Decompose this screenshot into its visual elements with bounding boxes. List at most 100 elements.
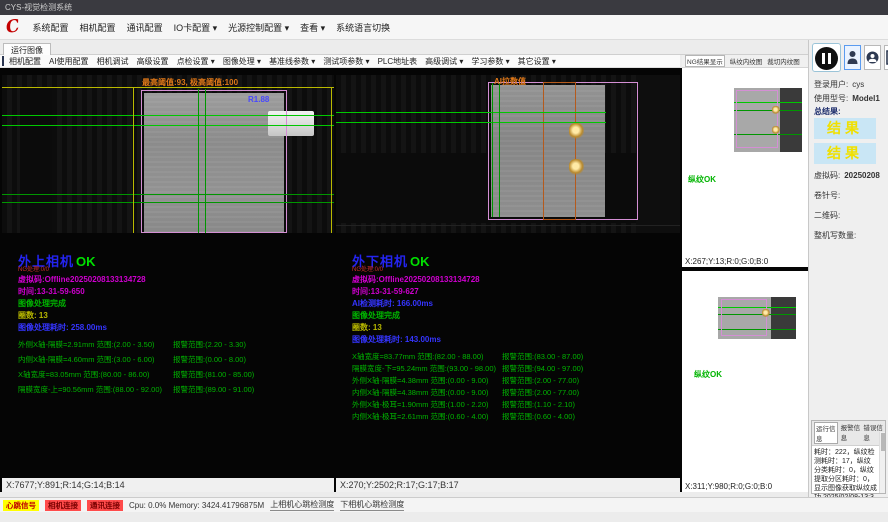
camera-image-lower[interactable]: AI拉数值 [336,75,680,233]
tool-ai-config[interactable]: AI使用配置 [49,56,89,67]
process-done-line: 图像处理完成 [352,310,676,322]
machine-edge-line [336,225,680,226]
measure-line-v2 [499,83,500,217]
qr-code-label: 二维码: [814,210,840,221]
menu-view[interactable]: 查看 ▾ [300,21,325,34]
user-circle-icon [866,51,879,64]
model-row: 使用型号:Model1 [814,93,880,104]
measurement-row: 隔膜宽度-下=95.24mm 范围:(93.00 - 98.00) 报警范围:(… [352,363,676,375]
upper-camera-heartbeat-link[interactable]: 上相机心跳检测度 [270,499,334,511]
user-login-button[interactable] [844,45,861,70]
titlebar: CYS-视觉检测系统 [0,0,888,15]
camera-link-badge: 相机连接 [45,500,81,511]
model-label: 使用型号: [814,94,848,103]
tab-highlight [772,126,780,134]
measurement-row: X轴宽度=83.05mm 范围:(80.00 - 86.00) 报警范围:(81… [18,369,330,384]
camera-image-upper[interactable]: 最高阈值:93, 极高阈值:100 R1.88 [2,75,334,233]
roi-box-pink [736,90,778,148]
alarm-range: 报警范围:(2.00 - 77.00) [502,387,579,398]
menu-camera-config[interactable]: 相机配置 [80,21,116,34]
result-box-upper: 结果 [814,118,876,139]
info-tab-run[interactable]: 运行信息 [814,422,838,444]
elapsed-line: 图像处理耗时: 143.00ms [352,334,676,346]
barcode-line: 虚拟码:Offline20250208133134728 [18,274,330,286]
pause-button[interactable] [812,43,841,72]
roi-box-orange [543,82,576,220]
info-tab-alarm[interactable]: 报警信息 [841,422,861,444]
result-text-lower: 外下相机OK NG处理:0/0 虚拟码:Offline2025020813313… [352,251,676,423]
menu-io-config[interactable]: IO卡配置 ▾ [174,21,218,34]
comm-link-badge: 通讯连接 [87,500,123,511]
aux-tab-stripe-view[interactable]: 纵纹内纹图 [730,56,763,66]
aux-view-tabs: NG结果显示 纵纹内纹图 裁切内纹图 [682,55,808,68]
log-scrollbar-thumb[interactable] [881,433,885,451]
tool-other-settings[interactable]: 其它设置 ▾ [518,56,556,67]
virtual-code-label: 虚拟码: [814,171,840,180]
aux-image-1[interactable] [734,88,802,152]
tool-image-processing[interactable]: 图像处理 ▾ [223,56,261,67]
account-button[interactable] [864,45,881,70]
measure-line-h4 [2,202,334,203]
tool-advanced-settings[interactable]: 高级设置 [137,56,169,67]
measurement-row: 外侧X轴-极耳=1.90mm 范围:(1.00 - 2.20) 报警范围:(1.… [352,399,676,411]
tool-test-params[interactable]: 测试项参数 ▾ [323,56,369,67]
result-box-lower: 结果 [814,143,876,164]
machine-right-shadow [636,75,680,233]
tool-learning-params[interactable]: 学习参数 ▾ [471,56,509,67]
info-log-box: 运行信息 报警信息 错误信息 耗时：222，纵纹检测耗时：17，纵纹分类耗时：0… [811,420,886,494]
menu-light-config[interactable]: 光源控制配置 ▾ [228,21,289,34]
measure-line-h1 [2,115,334,116]
measure-line-h1 [336,112,606,113]
tool-advanced-debug[interactable]: 高级调试 ▾ [425,56,463,67]
lower-camera-heartbeat-link[interactable]: 下相机心跳检测度 [340,499,404,511]
aux-tab-crop-view[interactable]: 裁切内纹图 [767,56,800,66]
pixel-coordinates-upper: X:7677;Y:891;R:14;G:14;B:14 [2,478,334,492]
secondary-toolbar: 相机配置 AI使用配置 相机调试 高级设置 点检设置 ▾ 图像处理 ▾ 基准线参… [0,55,680,68]
measurement-value: X轴宽度=83.05mm 范围:(80.00 - 86.00) [18,369,150,380]
turns-line: 圈数: 13 [352,322,676,334]
heartbeat-badge: 心跳信号 [3,500,39,511]
pixel-coordinates-aux-1: X:267;Y:13;R:0;G:0;B:0 [685,257,768,266]
measure-line-v2 [205,89,206,233]
menu-system-config[interactable]: 系统配置 [33,21,69,34]
aux-tab-ng-result[interactable]: NG结果显示 [685,55,725,67]
time-line: 时间:13-31-59-627 [352,286,676,298]
measurement-value: 内侧X轴-极耳=2.61mm 范围:(0.60 - 4.00) [352,411,489,422]
pixel-coordinates-aux-2: X:311;Y:980;R:0;G:0;B:0 [685,482,772,491]
tool-camera-config[interactable]: 相机配置 [9,56,41,67]
alarm-range: 报警范围:(0.00 - 8.00) [173,354,246,365]
measurement-value: X轴宽度=83.77mm 范围:(82.00 - 88.00) [352,351,484,362]
alarm-range: 报警范围:(94.00 - 97.00) [502,363,583,374]
alarm-range: 报警范围:(0.60 - 4.00) [502,411,575,422]
tool-spot-check[interactable]: 点检设置 ▾ [177,56,215,67]
needle-number-label: 卷针号: [814,190,840,201]
ai-overlay-text: AI拉数值 [494,76,526,87]
process-done-line: 图像处理完成 [18,298,330,310]
log-scrollbar[interactable] [879,432,885,493]
alarm-range: 报警范围:(2.00 - 77.00) [502,375,579,386]
barcode-line: 虚拟码:Offline20250208133134728 [352,274,676,286]
tool-camera-debug[interactable]: 相机调试 [97,56,129,67]
menu-comm-config[interactable]: 通讯配置 [127,21,163,34]
status-ok-label: OK [410,254,430,269]
aux-image-2[interactable] [718,297,796,339]
measurement-row: 隔膜宽度-上=90.56mm 范围:(88.00 - 92.00) 报警范围:(… [18,384,330,399]
sidebar-buttons [812,43,888,72]
measure-line-v1 [198,89,199,233]
aux-result-label-2: 纵纹OK [694,369,722,380]
measurement-row: 内侧X轴-隔膜=4.38mm 范围:(0.00 - 9.00) 报警范围:(2.… [352,387,676,399]
window-title: CYS-视觉检测系统 [5,3,72,12]
camera-panel-lower: AI拉数值 外下相机OK NG处理:0/0 虚拟码:Offline2025020… [336,68,680,492]
tool-plc-address[interactable]: PLC地址表 [378,56,418,67]
tool-baseline-params[interactable]: 基准线参数 ▾ [269,56,315,67]
tab-highlight [772,106,780,114]
camera-panel-upper: 最高阈值:93, 极高阈值:100 R1.88 外上相机OK NG处理:0/0 … [2,68,334,492]
menu-language-switch[interactable]: 系统语言切换 [336,21,390,34]
exit-button[interactable] [884,45,888,70]
measure-line-h3 [2,194,334,195]
alarm-range: 报警范围:(81.00 - 85.00) [173,369,254,380]
measurement-value: 内侧X轴-隔膜=4.60mm 范围:(3.00 - 6.00) [18,354,155,365]
aux-panel-1: 纵纹OK X:267;Y:13;R:0;G:0;B:0 [682,68,808,267]
roi-box-pink [721,299,767,336]
measurement-value: 外侧X轴-隔膜=2.91mm 范围:(2.00 - 3.50) [18,339,155,350]
